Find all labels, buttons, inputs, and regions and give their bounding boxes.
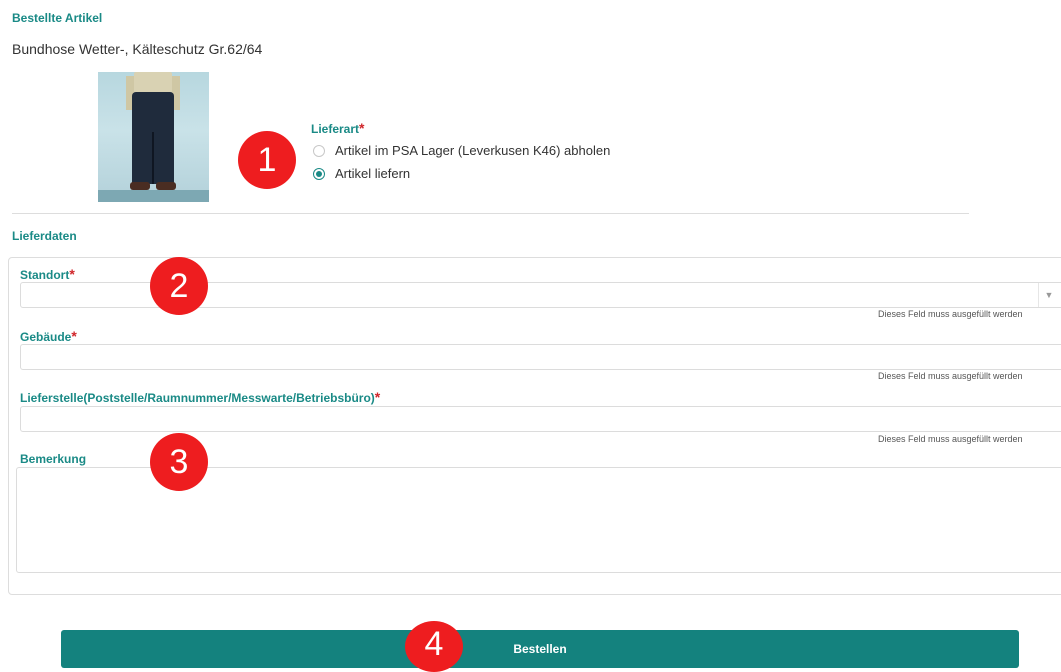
delivery-data-title: Lieferdaten: [12, 229, 77, 243]
gebaeude-label-text: Gebäude: [20, 330, 72, 344]
required-mark: *: [69, 266, 75, 282]
article-image: [98, 72, 209, 202]
gebaeude-validation: Dieses Feld muss ausgefüllt werden: [878, 371, 1023, 381]
order-button[interactable]: Bestellen: [61, 630, 1019, 668]
radio-option-pickup[interactable]: Artikel im PSA Lager (Leverkusen K46) ab…: [313, 143, 610, 158]
ordered-items-title: Bestellte Artikel: [12, 11, 103, 25]
divider: [12, 213, 969, 214]
article-name: Bundhose Wetter-, Kälteschutz Gr.62/64: [12, 41, 263, 57]
lieferstelle-input[interactable]: [20, 406, 1061, 432]
lieferstelle-validation: Dieses Feld muss ausgefüllt werden: [878, 434, 1023, 444]
gebaeude-input[interactable]: [20, 344, 1061, 370]
required-mark: *: [359, 120, 365, 136]
radio-option-deliver[interactable]: Artikel liefern: [313, 166, 410, 181]
radio-button-pickup[interactable]: [313, 144, 325, 157]
marker-4: 4: [405, 621, 463, 672]
radio-button-deliver[interactable]: [313, 167, 325, 180]
radio-label-pickup: Artikel im PSA Lager (Leverkusen K46) ab…: [335, 143, 611, 158]
standort-label-text: Standort: [20, 268, 70, 282]
lieferstelle-label-text: Lieferstelle(Poststelle/Raumnummer/Messw…: [20, 391, 375, 405]
standort-validation: Dieses Feld muss ausgefüllt werden: [878, 309, 1023, 319]
gebaeude-label: Gebäude*: [20, 328, 77, 344]
radio-label-deliver: Artikel liefern: [335, 166, 411, 181]
required-mark: *: [71, 328, 77, 344]
marker-3: 3: [150, 433, 208, 491]
marker-1: 1: [238, 131, 296, 189]
chevron-down-icon[interactable]: ▼: [1038, 283, 1059, 307]
delivery-type-label-text: Lieferart: [311, 122, 360, 136]
marker-2: 2: [150, 257, 208, 315]
bemerkung-label-text: Bemerkung: [20, 452, 87, 466]
lieferstelle-label: Lieferstelle(Poststelle/Raumnummer/Messw…: [20, 389, 380, 405]
delivery-type-label: Lieferart*: [311, 120, 364, 136]
bemerkung-label: Bemerkung: [20, 452, 86, 466]
standort-label: Standort*: [20, 266, 75, 282]
required-mark: *: [374, 389, 381, 405]
